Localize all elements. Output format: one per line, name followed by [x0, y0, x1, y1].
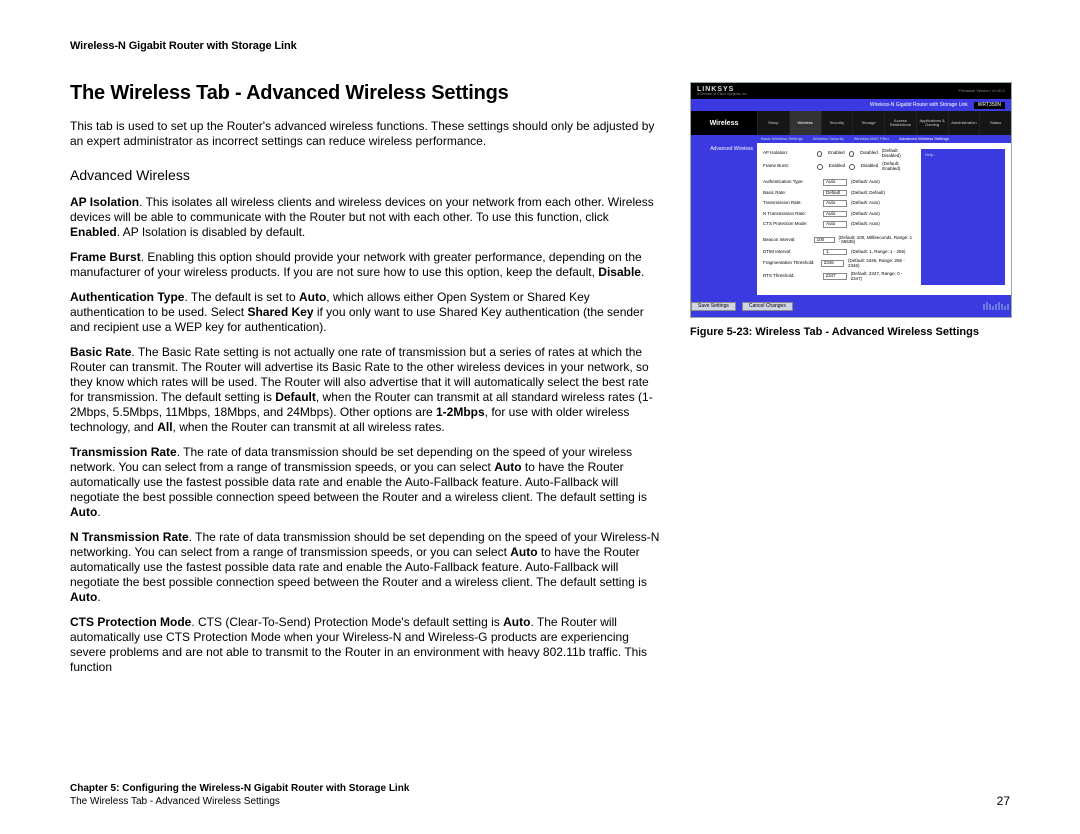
- cts-select[interactable]: Auto: [823, 221, 847, 228]
- fig-subtab-advanced[interactable]: Advanced Wireless Settings: [899, 137, 949, 141]
- term-cts: CTS Protection Mode: [70, 615, 191, 629]
- para-auth-type: Authentication Type. The default is set …: [70, 290, 662, 335]
- footer-section: The Wireless Tab - Advanced Wireless Set…: [70, 795, 409, 808]
- fig-tab-storage[interactable]: Storage: [852, 111, 884, 135]
- fig-settings-panel: AP Isolation: Enabled Disabled (Default:…: [757, 143, 1011, 295]
- cancel-changes-button[interactable]: Cancel Changes: [742, 302, 793, 311]
- para-tx-rate: Transmission Rate. The rate of data tran…: [70, 445, 662, 520]
- term-ap-isolation: AP Isolation: [70, 195, 139, 209]
- fig-tab-setup[interactable]: Setup: [757, 111, 789, 135]
- n-tx-rate-select[interactable]: Auto: [823, 211, 847, 218]
- radio-icon[interactable]: [817, 151, 823, 157]
- page-number: 27: [997, 794, 1010, 808]
- running-header: Wireless-N Gigabit Router with Storage L…: [70, 40, 1010, 52]
- term-frame-burst: Frame Burst: [70, 250, 141, 264]
- fig-tab-security[interactable]: Security: [821, 111, 853, 135]
- fig-subtab-mac[interactable]: Wireless MAC Filter: [854, 137, 889, 141]
- fig-help-link[interactable]: Help...: [921, 149, 1005, 161]
- fig-main-nav: Wireless Setup Wireless Security Storage…: [691, 111, 1011, 135]
- linksys-subbrand: A Division of Cisco Systems, Inc.: [697, 93, 748, 97]
- term-tx-rate: Transmission Rate: [70, 445, 177, 459]
- fig-body: Advanced Wireless AP Isolation: Enabled …: [691, 143, 1011, 295]
- figure-caption: Figure 5-23: Wireless Tab - Advanced Wir…: [690, 326, 979, 338]
- fig-tab-admin[interactable]: Administration: [948, 111, 980, 135]
- para-n-tx-rate: N Transmission Rate. The rate of data tr…: [70, 530, 662, 605]
- fig-row-frag: Fragmentation Threshold: 2346 (Default: …: [763, 259, 915, 268]
- fig-row-dtim: DTIM Interval: 1 (Default: 1, Range: 1 -…: [763, 249, 915, 256]
- fig-product-bar: Wireless-N Gigabit Router with Storage L…: [691, 99, 1011, 111]
- dtim-input[interactable]: 1: [823, 249, 847, 256]
- page-title: The Wireless Tab - Advanced Wireless Set…: [70, 82, 662, 105]
- fig-subnav: Basic Wireless Settings Wireless Securit…: [691, 135, 1011, 143]
- fig-row-basic-rate: Basic Rate: Default (Default: Default): [763, 190, 915, 197]
- frag-input[interactable]: 2346: [821, 260, 844, 267]
- auth-type-select[interactable]: Auto: [823, 179, 847, 186]
- save-settings-button[interactable]: Save Settings: [691, 302, 736, 311]
- fig-tab-wireless[interactable]: Wireless: [789, 111, 821, 135]
- document-page: Wireless-N Gigabit Router with Storage L…: [0, 0, 1080, 834]
- term-basic-rate: Basic Rate: [70, 345, 131, 359]
- rts-input[interactable]: 2347: [823, 273, 847, 280]
- fig-subtab-basic[interactable]: Basic Wireless Settings: [761, 137, 803, 141]
- tx-rate-select[interactable]: Auto: [823, 200, 847, 207]
- fig-subtab-security[interactable]: Wireless Security: [813, 137, 844, 141]
- main-text-column: The Wireless Tab - Advanced Wireless Set…: [70, 82, 662, 685]
- figure-column: LINKSYS A Division of Cisco Systems, Inc…: [690, 82, 1010, 338]
- fig-row-rts: RTS Threshold: 2347 (Default: 2347, Rang…: [763, 272, 915, 281]
- fig-panel-label: Advanced Wireless: [691, 143, 757, 295]
- router-admin-screenshot: LINKSYS A Division of Cisco Systems, Inc…: [690, 82, 1012, 318]
- radio-icon[interactable]: [849, 164, 855, 170]
- fig-tab-access[interactable]: Access Restrictions: [884, 111, 916, 135]
- intro-paragraph: This tab is used to set up the Router's …: [70, 119, 662, 149]
- term-auth-type: Authentication Type: [70, 290, 184, 304]
- fig-row-ap-isolation: AP Isolation: Enabled Disabled (Default:…: [763, 149, 915, 158]
- fig-model: WRT350N: [974, 102, 1005, 109]
- radio-icon[interactable]: [849, 151, 855, 157]
- firmware-version: Firmware Version: v1.00.2: [959, 89, 1005, 93]
- fig-side-heading: Wireless: [691, 111, 757, 135]
- para-ap-isolation: AP Isolation. This isolates all wireless…: [70, 195, 662, 240]
- fig-tabs: Setup Wireless Security Storage Access R…: [757, 111, 1011, 135]
- fig-row-tx-rate: Transmission Rate: Auto (Default: Auto): [763, 200, 915, 207]
- fig-footer: Save Settings Cancel Changes: [691, 295, 1011, 317]
- footer-chapter: Chapter 5: Configuring the Wireless-N Gi…: [70, 782, 409, 795]
- term-n-tx-rate: N Transmission Rate: [70, 530, 189, 544]
- fig-row-auth-type: Authentication Type: Auto (Default: Auto…: [763, 179, 915, 186]
- fig-help-panel: Help...: [921, 149, 1005, 285]
- fig-tab-apps[interactable]: Applications & Gaming: [916, 111, 948, 135]
- para-cts: CTS Protection Mode. CTS (Clear-To-Send)…: [70, 615, 662, 675]
- fig-row-n-tx-rate: N Transmission Rate: Auto (Default: Auto…: [763, 211, 915, 218]
- fig-row-cts: CTS Protection Mode: Auto (Default: Auto…: [763, 221, 915, 228]
- section-heading: Advanced Wireless: [70, 167, 662, 183]
- radio-icon[interactable]: [817, 164, 823, 170]
- fig-row-frame-burst: Frame Burst: Enabled Disabled (Default: …: [763, 162, 915, 171]
- cisco-logo-icon: [981, 301, 1011, 311]
- page-footer: Chapter 5: Configuring the Wireless-N Gi…: [70, 782, 1010, 808]
- two-column-layout: The Wireless Tab - Advanced Wireless Set…: [70, 82, 1010, 685]
- fig-topbar: LINKSYS A Division of Cisco Systems, Inc…: [691, 83, 1011, 99]
- para-basic-rate: Basic Rate. The Basic Rate setting is no…: [70, 345, 662, 435]
- basic-rate-select[interactable]: Default: [823, 190, 847, 197]
- para-frame-burst: Frame Burst. Enabling this option should…: [70, 250, 662, 280]
- fig-tab-status[interactable]: Status: [979, 111, 1011, 135]
- beacon-input[interactable]: 100: [814, 237, 835, 244]
- fig-row-beacon: Beacon Interval: 100 (Default: 100, Mill…: [763, 236, 915, 245]
- fig-product-name: Wireless-N Gigabit Router with Storage L…: [870, 103, 968, 108]
